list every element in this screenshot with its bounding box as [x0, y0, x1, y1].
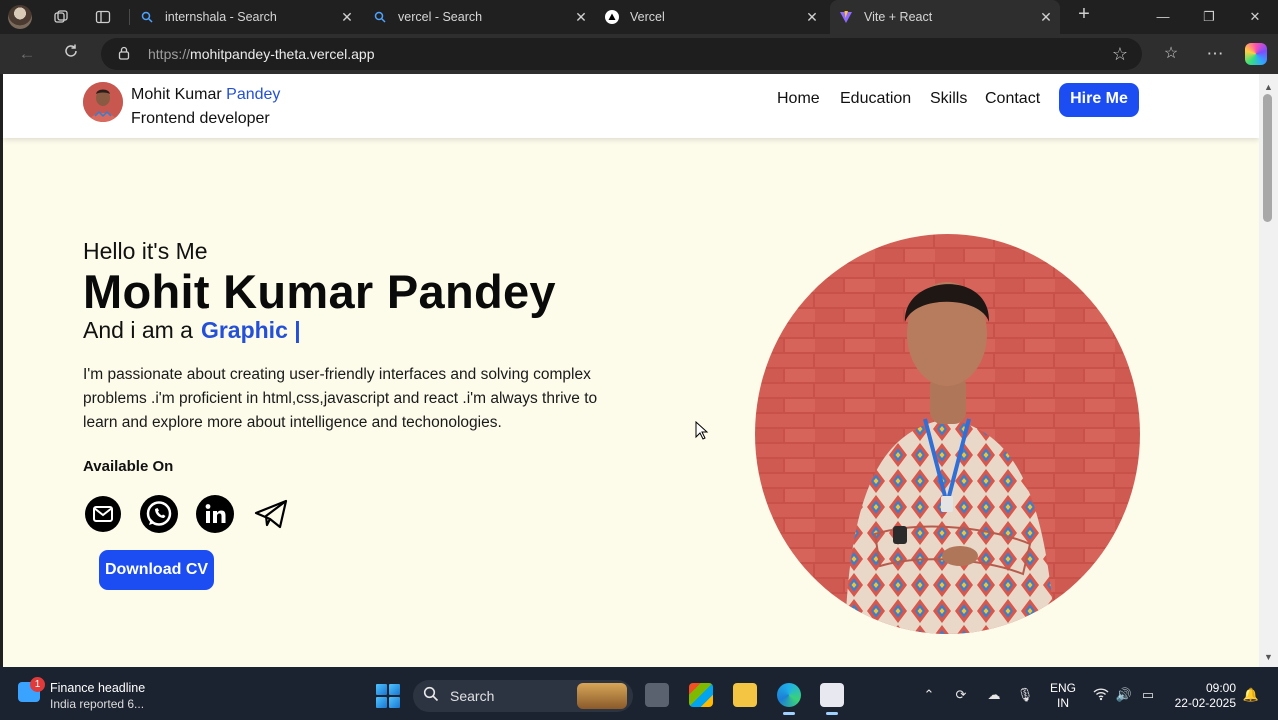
profile-photo [755, 234, 1140, 634]
hero-greeting: Hello it's Me [83, 238, 208, 264]
scroll-up-arrow-icon[interactable]: ▲ [1263, 82, 1274, 92]
tab-vercel-search[interactable]: vercel - Search ✕ [372, 0, 590, 34]
close-window-button[interactable]: ✕ [1246, 8, 1264, 26]
vercel-logo-icon [604, 9, 620, 25]
back-button[interactable]: ← [16, 43, 38, 65]
brand-role: Frontend developer [131, 110, 270, 127]
page-viewport: Mohit Kumar Pandey Frontend developer Ho… [3, 74, 1259, 667]
task-view-icon[interactable] [645, 683, 669, 707]
language-indicator[interactable]: ENG IN [1050, 681, 1076, 711]
page-scrollbar[interactable]: ▲ ▼ [1259, 74, 1278, 667]
scrollbar-thumb[interactable] [1263, 94, 1272, 222]
notification-badge: 1 [30, 677, 45, 692]
clock-date: 22-02-2025 [1174, 696, 1236, 710]
windows-taskbar: 1 Finance headline India reported 6... S… [0, 667, 1278, 720]
close-tab-icon[interactable]: ✕ [1038, 9, 1054, 25]
news-headline-title[interactable]: Finance headline [50, 681, 145, 695]
favorites-icon[interactable]: ☆ [1160, 43, 1182, 65]
nav-contact-link[interactable]: Contact [985, 90, 1040, 108]
browser-tab-strip: internshala - Search ✕ vercel - Search ✕… [0, 0, 1278, 34]
brand-avatar [83, 82, 123, 122]
telegram-icon[interactable] [251, 494, 291, 534]
close-tab-icon[interactable]: ✕ [573, 9, 589, 25]
restore-button[interactable]: ❐ [1200, 8, 1218, 26]
search-label: Search [450, 688, 495, 704]
tab-label: Vite + React [864, 10, 933, 24]
nav-home-link[interactable]: Home [777, 90, 820, 108]
hero-name: Mohit Kumar Pandey [83, 265, 556, 318]
search-icon [372, 9, 388, 25]
language-code: ENG [1050, 681, 1077, 695]
refresh-button[interactable] [60, 43, 82, 65]
email-icon[interactable] [83, 494, 123, 534]
vertical-tabs-icon[interactable] [92, 6, 114, 28]
site-header: Mohit Kumar Pandey Frontend developer Ho… [3, 74, 1259, 138]
edge-browser-icon[interactable] [777, 683, 801, 715]
browser-toolbar: ← https://mohitpandey-theta.vercel.app ☆… [0, 34, 1278, 74]
system-clock[interactable]: 09:00 22-02-2025 [1172, 681, 1236, 711]
nav-education-link[interactable]: Education [840, 90, 911, 108]
hire-me-button[interactable]: Hire Me [1059, 83, 1139, 117]
workspaces-icon[interactable] [50, 6, 72, 28]
minimize-button[interactable]: — [1154, 8, 1172, 26]
news-headline-subtitle[interactable]: India reported 6... [50, 697, 144, 711]
new-tab-button[interactable]: + [1075, 4, 1093, 24]
url-host: mohitpandey-theta.vercel.app [190, 46, 375, 62]
profile-avatar[interactable] [8, 5, 32, 29]
more-menu-icon[interactable]: ⋯ [1204, 43, 1226, 65]
search-icon [423, 686, 441, 704]
lock-icon[interactable] [116, 46, 132, 62]
url-prefix: https:// [148, 46, 191, 62]
battery-icon[interactable]: ▭ [1139, 687, 1157, 705]
clock-time: 09:00 [1205, 681, 1236, 695]
whatsapp-icon[interactable] [139, 494, 179, 534]
copilot-icon[interactable] [1245, 43, 1267, 65]
wifi-icon[interactable] [1092, 687, 1110, 705]
close-tab-icon[interactable]: ✕ [804, 9, 820, 25]
tab-internshala-search[interactable]: internshala - Search ✕ [139, 0, 357, 34]
url-text[interactable]: https://mohitpandey-theta.vercel.app [148, 46, 374, 62]
search-highlight-image [577, 683, 627, 709]
tab-label: internshala - Search [165, 10, 277, 24]
tab-label: vercel - Search [398, 10, 483, 24]
sync-icon[interactable]: ⟳ [952, 687, 970, 705]
brand-first-name: Mohit Kumar [131, 86, 222, 103]
role-typed-text: Graphic | [200, 317, 301, 343]
tab-separator [129, 9, 130, 25]
snipping-tool-icon[interactable] [820, 683, 844, 715]
region-code: IN [1057, 696, 1069, 710]
brand-last-name: Pandey [226, 86, 281, 103]
tray-overflow-chevron-icon[interactable]: ⌃ [920, 687, 938, 705]
close-tab-icon[interactable]: ✕ [339, 9, 355, 25]
microsoft-store-icon[interactable] [689, 683, 713, 707]
taskbar-search-box[interactable]: Search [413, 680, 633, 712]
microphone-icon[interactable]: 🎙 [1016, 687, 1034, 705]
mouse-cursor [695, 420, 709, 441]
tab-label: Vercel [630, 10, 665, 24]
onedrive-icon[interactable]: ☁ [985, 687, 1003, 705]
address-bar[interactable]: https://mohitpandey-theta.vercel.app ☆ [101, 38, 1142, 70]
nav-skills-link[interactable]: Skills [930, 90, 967, 108]
scroll-down-arrow-icon[interactable]: ▼ [1263, 652, 1274, 662]
search-icon [139, 9, 155, 25]
download-cv-button[interactable]: Download CV [99, 550, 214, 590]
available-on-heading: Available On [83, 458, 174, 475]
file-explorer-icon[interactable] [733, 683, 757, 707]
hero-about-text: I'm passionate about creating user-frien… [83, 366, 598, 431]
volume-icon[interactable]: 🔊 [1115, 687, 1133, 705]
favorite-star-icon[interactable]: ☆ [1112, 44, 1128, 65]
tab-vite-react[interactable]: Vite + React ✕ [830, 0, 1060, 34]
linkedin-icon[interactable] [195, 494, 235, 534]
start-button[interactable] [376, 684, 400, 708]
tab-vercel[interactable]: Vercel ✕ [604, 0, 822, 34]
hero-role-line: And i am a Graphic | [83, 317, 301, 344]
role-prefix: And i am a [83, 317, 193, 343]
vite-logo-icon [838, 9, 854, 25]
brand-name[interactable]: Mohit Kumar Pandey [131, 86, 280, 104]
notifications-icon[interactable]: 🔔 [1242, 687, 1260, 705]
